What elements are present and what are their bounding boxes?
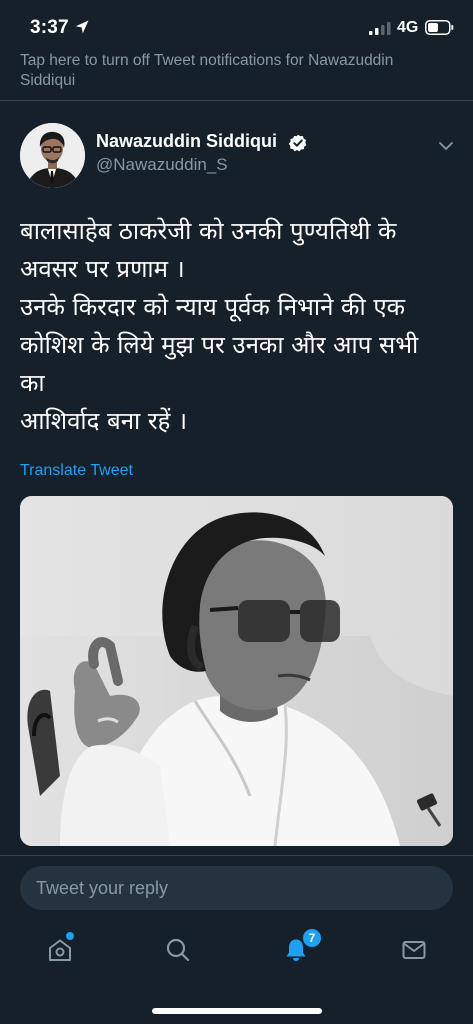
status-time: 3:37 [30, 17, 69, 38]
home-indicator[interactable] [152, 1008, 322, 1014]
tweet-text-line: आशिर्वाद बना रहें । [20, 407, 188, 435]
tweet-text-line: अवसर पर प्रणाम । [20, 255, 185, 283]
home-unread-dot [66, 932, 74, 940]
reply-box[interactable] [20, 866, 453, 910]
tweet-photo[interactable] [20, 496, 453, 846]
signal-icon [369, 22, 391, 35]
author-handle[interactable]: @Nawazuddin_S [96, 155, 228, 175]
tweet-text-line: कोशिश के लिये मुझ पर उनका और आप सभी [20, 331, 419, 359]
photo-image [20, 496, 453, 846]
avatar[interactable] [20, 123, 85, 188]
battery-icon [425, 20, 454, 35]
tab-home[interactable] [36, 926, 84, 974]
location-arrow-icon [75, 20, 89, 34]
notification-count-badge: 7 [301, 927, 323, 949]
network-label: 4G [397, 19, 419, 36]
divider [0, 855, 473, 856]
author-name[interactable]: Nawazuddin Siddiqui [96, 131, 277, 152]
avatar-image [20, 123, 85, 188]
verified-badge-icon [289, 134, 307, 152]
tweet-text-line: का [20, 369, 45, 397]
envelope-icon [402, 941, 426, 959]
status-bar: 3:37 4G [0, 0, 473, 52]
tab-search[interactable] [154, 926, 202, 974]
tweet-notifications-banner[interactable]: Tap here to turn off Tweet notifications… [20, 51, 420, 91]
reply-input[interactable] [36, 866, 436, 910]
home-icon [49, 939, 71, 961]
tweet-text-line: बालासाहेब ठाकरेजी को उनकी पुण्यतिथी के [20, 217, 397, 245]
tweet-text-line: उनके किरदार को न्याय पूर्वक निभाने की एक [20, 293, 406, 321]
tweet-detail-screen: 3:37 4G Tap here to turn off Tweet notif… [0, 0, 473, 1024]
search-icon [166, 938, 190, 962]
translate-tweet-link[interactable]: Translate Tweet [20, 462, 133, 480]
tweet-text: बालासाहेब ठाकरेजी को उनकी पुण्यतिथी के अ… [20, 212, 460, 440]
chevron-down-icon[interactable] [437, 137, 455, 155]
divider [0, 100, 473, 101]
tab-messages[interactable] [390, 926, 438, 974]
